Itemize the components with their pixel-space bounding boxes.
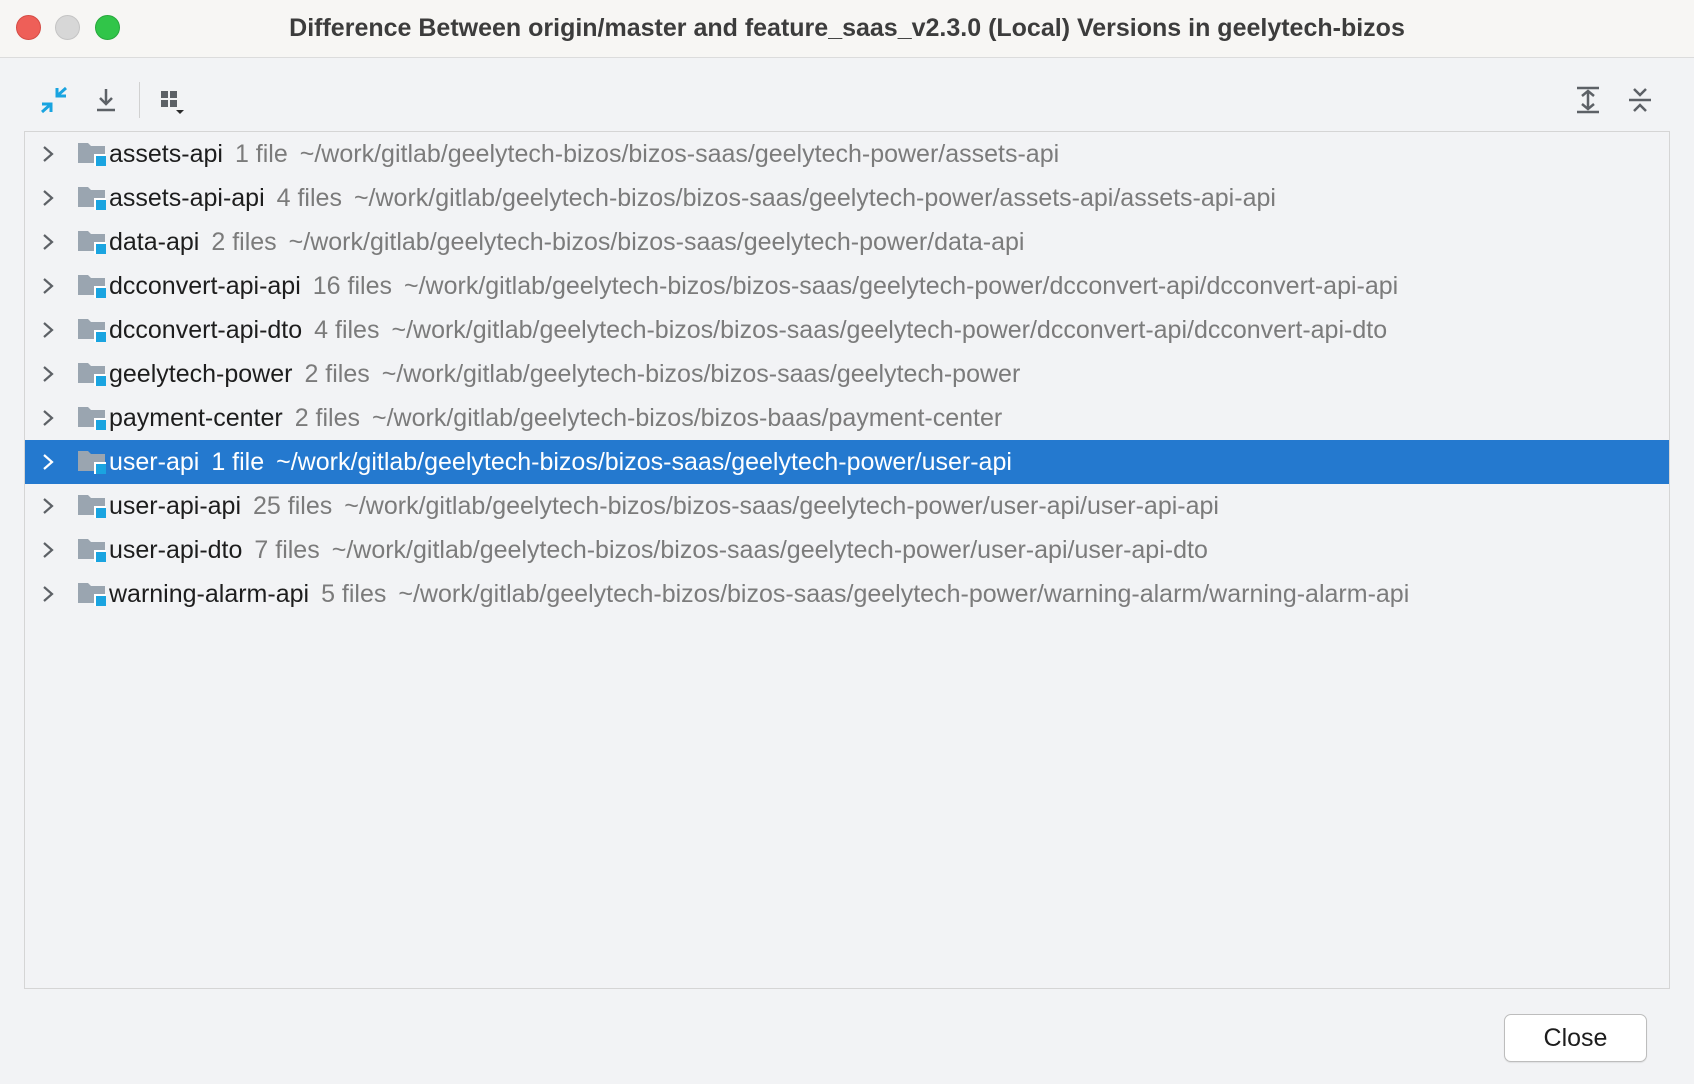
- tree-row[interactable]: assets-api 1 file ~/work/gitlab/geelytech-…: [25, 132, 1669, 176]
- module-path: ~/work/gitlab/geelytech-bizos/bizos-saas…: [288, 227, 1025, 256]
- module-path: ~/work/gitlab/geelytech-bizos/bizos-saas…: [331, 535, 1208, 564]
- chevron-right-icon[interactable]: [39, 497, 57, 515]
- window-title: Difference Between origin/master and fea…: [289, 14, 1405, 42]
- collapse-all-icon: [1629, 88, 1651, 112]
- chevron-right-icon[interactable]: [39, 365, 57, 383]
- file-count: 2 files: [294, 403, 361, 432]
- module-name: geelytech-power: [109, 359, 293, 388]
- file-count: 1 file: [211, 447, 265, 476]
- module-path: ~/work/gitlab/geelytech-bizos/bizos-saas…: [381, 359, 1021, 388]
- module-path: ~/work/gitlab/geelytech-bizos/bizos-saas…: [299, 139, 1060, 168]
- file-count: 2 files: [304, 359, 370, 388]
- module-path: ~/work/gitlab/geelytech-bizos/bizos-saas…: [391, 315, 1388, 344]
- tree-row[interactable]: geelytech-power 2 files ~/work/gitlab/geel…: [25, 352, 1669, 396]
- module-folder-icon: [77, 535, 109, 565]
- module-name: data-api: [109, 227, 200, 256]
- tree-row[interactable]: dcconvert-api-dto 4 files ~/work/gitlab/ge…: [25, 308, 1669, 352]
- file-count: 16 files: [312, 271, 392, 300]
- module-folder-icon: [77, 315, 109, 345]
- module-name: user-api-api: [109, 491, 242, 520]
- tree-row[interactable]: assets-api-api 4 files ~/work/gitlab/geely…: [25, 176, 1669, 220]
- chevron-right-icon[interactable]: [39, 541, 57, 559]
- toolbar-separator: [139, 82, 140, 118]
- changes-tree[interactable]: assets-api 1 file ~/work/gitlab/geelytech-…: [24, 131, 1670, 989]
- module-name: assets-api: [109, 139, 223, 168]
- module-name: user-api: [109, 447, 200, 476]
- compare-icon: [41, 86, 67, 114]
- module-folder-icon: [77, 447, 109, 477]
- expand-all-button[interactable]: [1570, 82, 1606, 118]
- module-name: warning-alarm-api: [109, 579, 310, 608]
- tree-row[interactable]: user-api-api 25 files ~/work/gitlab/geelyt…: [25, 484, 1669, 528]
- module-folder-icon: [77, 491, 109, 521]
- module-name: assets-api-api: [109, 183, 265, 212]
- tree-row[interactable]: user-api 1 file ~/work/gitlab/geelytech-bi…: [25, 440, 1669, 484]
- module-folder-icon: [77, 579, 109, 609]
- chevron-right-icon[interactable]: [39, 453, 57, 471]
- expand-all-icon: [1577, 86, 1599, 114]
- module-folder-icon: [77, 183, 109, 213]
- file-count: 25 files: [253, 491, 333, 520]
- file-count: 5 files: [321, 579, 387, 608]
- chevron-right-icon[interactable]: [39, 585, 57, 603]
- file-count: 7 files: [254, 535, 320, 564]
- module-path: ~/work/gitlab/geelytech-bizos/bizos-saas…: [344, 491, 1219, 520]
- module-name: payment-center: [109, 403, 283, 432]
- file-count: 4 files: [276, 183, 342, 212]
- chevron-right-icon[interactable]: [39, 321, 57, 339]
- file-count: 1 file: [234, 139, 288, 168]
- module-folder-icon: [77, 227, 109, 257]
- title-bar: Difference Between origin/master and fea…: [0, 0, 1694, 58]
- module-path: ~/work/gitlab/geelytech-bizos/bizos-saas…: [276, 447, 1012, 476]
- tree-row[interactable]: user-api-dto 7 files ~/work/gitlab/geelyte…: [25, 528, 1669, 572]
- module-folder-icon: [77, 271, 109, 301]
- chevron-right-icon[interactable]: [39, 233, 57, 251]
- module-name: dcconvert-api-dto: [109, 315, 303, 344]
- module-path: ~/work/gitlab/geelytech-bizos/bizos-saas…: [353, 183, 1276, 212]
- module-path: ~/work/gitlab/geelytech-bizos/bizos-baas…: [372, 403, 1003, 432]
- module-folder-icon: [77, 403, 109, 433]
- module-folder-icon: [77, 359, 109, 389]
- group-by-button[interactable]: [154, 82, 190, 118]
- tree-row[interactable]: payment-center 2 files ~/work/gitlab/geely…: [25, 396, 1669, 440]
- module-name: user-api-dto: [109, 535, 243, 564]
- download-button[interactable]: [88, 82, 124, 118]
- chevron-right-icon[interactable]: [39, 189, 57, 207]
- chevron-right-icon[interactable]: [39, 409, 57, 427]
- module-path: ~/work/gitlab/geelytech-bizos/bizos-saas…: [403, 271, 1399, 300]
- module-name: dcconvert-api-api: [109, 271, 301, 300]
- module-folder-icon: [77, 139, 109, 169]
- compare-button[interactable]: [36, 82, 72, 118]
- module-path: ~/work/gitlab/geelytech-bizos/bizos-saas…: [398, 579, 1410, 608]
- diff-window: Difference Between origin/master and fea…: [0, 0, 1694, 1084]
- tree-row[interactable]: data-api 2 files ~/work/gitlab/geelytech-b…: [25, 220, 1669, 264]
- chevron-right-icon[interactable]: [39, 145, 57, 163]
- file-count: 2 files: [211, 227, 277, 256]
- chevron-right-icon[interactable]: [39, 277, 57, 295]
- group-by-icon: [161, 91, 184, 114]
- tree-row[interactable]: warning-alarm-api 5 files ~/work/gitlab/ge…: [25, 572, 1669, 616]
- collapse-all-button[interactable]: [1622, 82, 1658, 118]
- file-count: 4 files: [314, 315, 380, 344]
- download-icon: [97, 89, 115, 112]
- tree-row[interactable]: dcconvert-api-api 16 files ~/work/gitlab/g…: [25, 264, 1669, 308]
- close-button[interactable]: Close: [1504, 1014, 1647, 1062]
